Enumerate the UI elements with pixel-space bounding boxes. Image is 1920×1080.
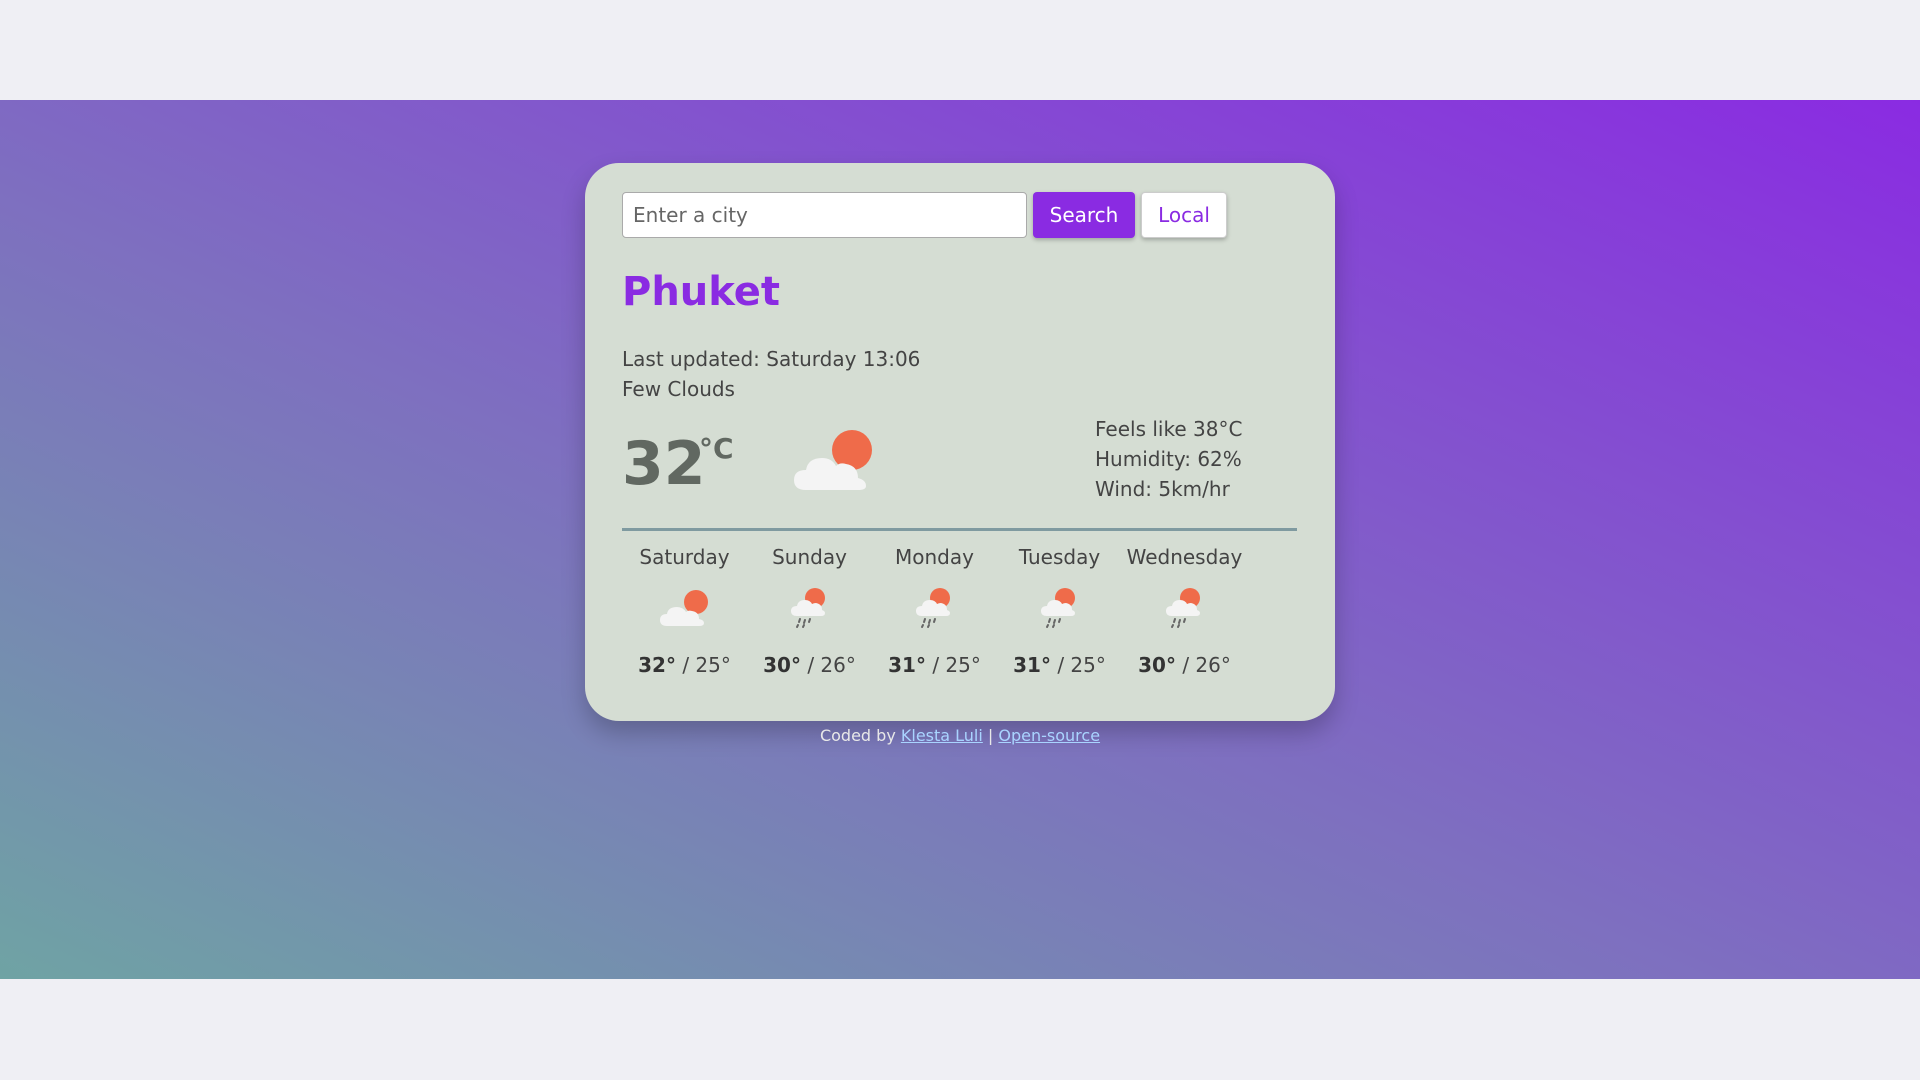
feels-like: Feels like 38°C xyxy=(1095,417,1243,441)
footer: Coded by Klesta Luli | Open-source xyxy=(0,726,1920,745)
forecast-day-name: Sunday xyxy=(772,545,847,569)
search-button[interactable]: Search xyxy=(1033,192,1135,238)
forecast-day-name: Tuesday xyxy=(1018,545,1101,569)
forecast-day-name: Wednesday xyxy=(1126,545,1243,569)
forecast-low: 26° xyxy=(820,653,856,677)
forecast-high: 31° xyxy=(888,653,926,677)
rain-sun-icon xyxy=(915,588,950,628)
forecast-temps: 31° / 25° xyxy=(888,653,981,677)
rain-sun-icon xyxy=(790,588,825,628)
forecast-low: 25° xyxy=(1070,653,1106,677)
last-updated: Last updated: Saturday 13:06 xyxy=(622,347,921,371)
rain-sun-icon xyxy=(1165,588,1200,628)
weather-details: Feels like 38°C Humidity: 62% Wind: 5km/… xyxy=(1095,414,1242,504)
few-clouds-icon xyxy=(659,590,708,626)
divider xyxy=(622,528,1297,531)
temperature-unit[interactable]: °C xyxy=(699,432,734,465)
forecast-low: 25° xyxy=(945,653,981,677)
weather-card: Search Local Phuket Last updated: Saturd… xyxy=(585,163,1335,721)
forecast-high: 30° xyxy=(763,653,801,677)
forecast-low: 25° xyxy=(695,653,731,677)
forecast-day-name: Monday xyxy=(895,545,974,569)
rain-sun-icon xyxy=(1040,588,1075,628)
forecast-day: Sunday 30° / 26° xyxy=(747,542,872,680)
forecast-day: Saturday 32° / 25° xyxy=(622,542,747,680)
forecast-day: Wednesday 30° / 26° xyxy=(1122,542,1247,680)
city-name: Phuket xyxy=(622,269,781,315)
current-temperature: 32 xyxy=(622,429,706,499)
forecast-high: 31° xyxy=(1013,653,1051,677)
weather-description: Few Clouds xyxy=(622,377,735,401)
forecast-day: Monday 31° / 25° xyxy=(872,542,997,680)
search-form: Search Local xyxy=(622,192,1298,238)
open-source-link[interactable]: Open-source xyxy=(998,726,1100,745)
author-link[interactable]: Klesta Luli xyxy=(901,726,983,745)
local-button[interactable]: Local xyxy=(1141,192,1227,238)
forecast-temps: 30° / 26° xyxy=(1138,653,1231,677)
forecast-low: 26° xyxy=(1195,653,1231,677)
city-search-input[interactable] xyxy=(622,192,1027,238)
current-conditions: 32 °C Feels like 38°C Humidity: 62% Wind… xyxy=(622,414,1298,524)
few-clouds-icon xyxy=(794,430,872,490)
wind: Wind: 5km/hr xyxy=(1095,477,1230,501)
forecast-temps: 31° / 25° xyxy=(1013,653,1106,677)
humidity: Humidity: 62% xyxy=(1095,447,1242,471)
forecast-high: 30° xyxy=(1138,653,1176,677)
forecast-day-name: Saturday xyxy=(639,545,730,569)
forecast-temps: 30° / 26° xyxy=(763,653,856,677)
forecast: Saturday 32° / 25° Sunday 30° / 26° Mond… xyxy=(622,542,1298,680)
forecast-temps: 32° / 25° xyxy=(638,653,731,677)
footer-prefix: Coded by xyxy=(819,726,896,745)
forecast-day: Tuesday 31° / 25° xyxy=(997,542,1122,680)
footer-separator: | xyxy=(987,726,994,745)
forecast-high: 32° xyxy=(638,653,676,677)
